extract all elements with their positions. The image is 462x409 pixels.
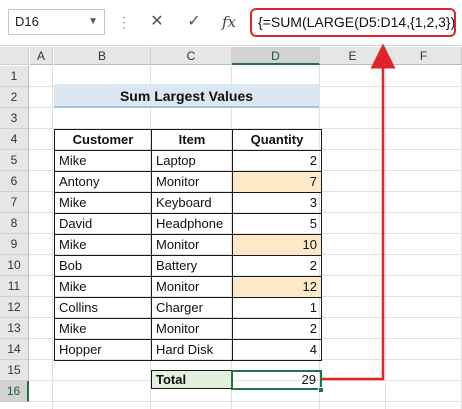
annotation-arrow <box>322 43 396 381</box>
